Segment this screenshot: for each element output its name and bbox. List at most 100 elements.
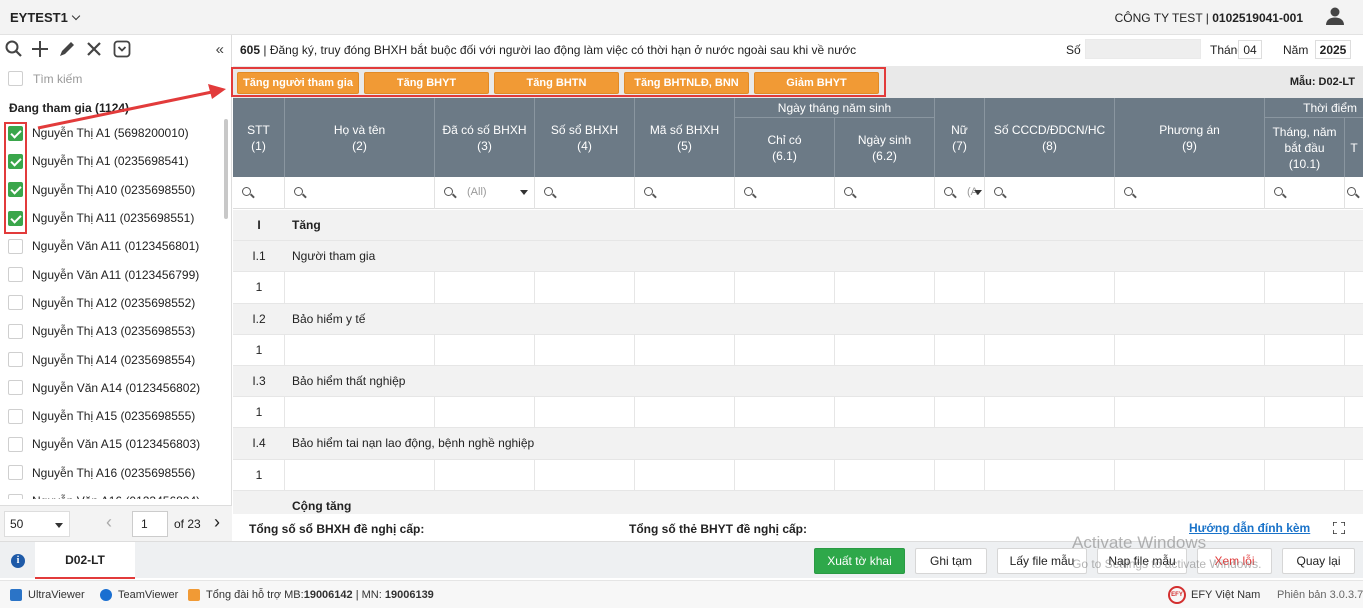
col-header-name[interactable]: Họ và tên (2) xyxy=(285,98,435,177)
list-item[interactable]: Nguyễn Thị A10 (0235698550) xyxy=(0,176,228,204)
table-cell[interactable] xyxy=(435,272,535,303)
filter-select-has-bhxh[interactable]: (All) xyxy=(435,177,535,209)
dropdown-box-icon[interactable] xyxy=(112,39,132,59)
filter-cell[interactable] xyxy=(1265,177,1345,209)
table-cell[interactable] xyxy=(935,397,985,428)
edit-icon[interactable] xyxy=(57,39,77,59)
table-cell[interactable] xyxy=(985,272,1115,303)
filter-cell[interactable] xyxy=(535,177,635,209)
table-row[interactable]: I Tăng xyxy=(233,210,1363,242)
table-cell[interactable] xyxy=(285,459,435,490)
delete-icon[interactable] xyxy=(84,39,104,59)
tab-d02-lt[interactable]: D02-LT xyxy=(35,542,135,579)
table-cell[interactable] xyxy=(835,397,935,428)
info-icon[interactable]: i xyxy=(11,554,25,568)
col-header-has-bhxh[interactable]: Đã có số BHXH (3) xyxy=(435,98,535,177)
item-checkbox[interactable] xyxy=(8,238,23,254)
table-cell[interactable] xyxy=(635,334,735,365)
table-cell[interactable] xyxy=(835,334,935,365)
user-icon[interactable] xyxy=(1325,6,1345,26)
table-cell[interactable] xyxy=(1265,334,1345,365)
table-cell[interactable] xyxy=(735,397,835,428)
table-cell[interactable] xyxy=(1115,272,1265,303)
list-item[interactable]: Nguyễn Thị A12 (0235698552) xyxy=(0,289,228,317)
list-item[interactable]: Nguyễn Văn A11 (0123456801) xyxy=(0,232,228,260)
table-cell[interactable] xyxy=(835,459,935,490)
item-checkbox[interactable] xyxy=(8,436,23,452)
filter-cell[interactable] xyxy=(985,177,1115,209)
table-cell[interactable] xyxy=(285,334,435,365)
save-draft-button[interactable]: Ghi tạm xyxy=(915,548,987,574)
item-checkbox[interactable] xyxy=(8,323,23,339)
table-row[interactable]: 1 xyxy=(233,272,1363,304)
list-item[interactable]: Nguyễn Thị A11 (0235698551) xyxy=(0,204,228,232)
col-header-dob[interactable]: Ngày sinh (6.2) xyxy=(835,118,935,177)
table-cell[interactable] xyxy=(635,397,735,428)
list-item[interactable]: Nguyễn Thị A15 (0235698555) xyxy=(0,402,228,430)
filter-cell[interactable] xyxy=(1115,177,1265,209)
table-row[interactable]: Cộng tăng xyxy=(233,490,1363,514)
table-cell[interactable] xyxy=(985,397,1115,428)
table-row[interactable]: 1 xyxy=(233,334,1363,366)
table-cell[interactable] xyxy=(935,272,985,303)
table-cell[interactable] xyxy=(735,272,835,303)
table-cell[interactable] xyxy=(535,397,635,428)
add-icon[interactable] xyxy=(30,39,50,59)
thang-input[interactable]: 04 xyxy=(1238,40,1262,59)
search-input[interactable]: Tìm kiếm xyxy=(33,72,82,86)
table-cell[interactable] xyxy=(435,334,535,365)
col-header-plan[interactable]: Phương án (9) xyxy=(1115,98,1265,177)
list-item[interactable]: Nguyễn Thị A13 (0235698553) xyxy=(0,317,228,345)
nam-input[interactable]: 2025 xyxy=(1315,40,1351,59)
table-cell[interactable] xyxy=(285,272,435,303)
list-item[interactable]: Nguyễn Văn A16 (0123456804) xyxy=(0,487,228,499)
table-row[interactable]: I.4 Bảo hiểm tai nạn lao động, bệnh nghề … xyxy=(233,428,1363,460)
table-cell[interactable] xyxy=(985,459,1115,490)
table-cell[interactable] xyxy=(985,334,1115,365)
table-cell[interactable] xyxy=(835,272,935,303)
table-cell[interactable] xyxy=(233,459,285,490)
list-item[interactable]: Nguyễn Văn A11 (0123456799) xyxy=(0,260,228,288)
ultraviewer-link[interactable]: UltraViewer xyxy=(10,589,85,601)
list-item[interactable]: Nguyễn Thị A1 (5698200010) xyxy=(0,119,228,147)
filter-select-female[interactable]: (A xyxy=(935,177,985,209)
table-row[interactable]: I.2 Bảo hiểm y tế xyxy=(233,303,1363,335)
table-cell[interactable] xyxy=(1265,459,1345,490)
item-checkbox[interactable] xyxy=(8,352,23,368)
table-row[interactable]: I.3 Bảo hiểm thất nghiệp xyxy=(233,365,1363,398)
list-scrollbar[interactable] xyxy=(224,119,228,219)
filter-cell[interactable] xyxy=(233,177,285,209)
table-cell[interactable] xyxy=(535,272,635,303)
table-cell[interactable] xyxy=(233,272,285,303)
filter-cell[interactable] xyxy=(285,177,435,209)
table-cell[interactable] xyxy=(233,334,285,365)
col-header-id[interactable]: Số CCCD/ĐDCN/HC (8) xyxy=(985,98,1115,177)
list-item[interactable]: Nguyễn Thị A16 (0235698556) xyxy=(0,459,228,487)
table-cell[interactable] xyxy=(233,397,285,428)
list-item[interactable]: Nguyễn Thị A1 (0235698541) xyxy=(0,147,228,175)
prev-page-icon[interactable]: ‹ xyxy=(106,512,112,533)
table-cell[interactable] xyxy=(535,334,635,365)
col-header-stt[interactable]: STT (1) xyxy=(233,98,285,177)
filter-cell[interactable] xyxy=(835,177,935,209)
table-cell[interactable] xyxy=(1265,272,1345,303)
table-cell[interactable] xyxy=(1115,334,1265,365)
view-errors-button[interactable]: Xem lỗi xyxy=(1197,548,1272,574)
table-cell[interactable] xyxy=(1115,459,1265,490)
table-cell[interactable] xyxy=(285,397,435,428)
table-cell[interactable] xyxy=(435,397,535,428)
upload-template-button[interactable]: Nạp file mẫu xyxy=(1097,548,1187,574)
item-checkbox[interactable] xyxy=(8,493,23,499)
col-header-bhxh-code[interactable]: Mã số BHXH (5) xyxy=(635,98,735,177)
so-input[interactable] xyxy=(1085,39,1201,59)
col-header-start-month[interactable]: Tháng, năm bắt đầu (10.1) xyxy=(1265,118,1345,177)
table-row[interactable]: 1 xyxy=(233,397,1363,429)
page-input[interactable]: 1 xyxy=(132,511,168,537)
item-checkbox[interactable] xyxy=(8,408,23,424)
table-row[interactable]: I.1 Người tham gia xyxy=(233,241,1363,273)
filter-cell[interactable] xyxy=(1345,177,1363,209)
table-row[interactable]: 1 xyxy=(233,459,1363,491)
search-icon[interactable] xyxy=(4,39,24,59)
table-cell[interactable] xyxy=(935,459,985,490)
attachment-guide-link[interactable]: Hướng dẫn đính kèm xyxy=(1189,521,1310,535)
